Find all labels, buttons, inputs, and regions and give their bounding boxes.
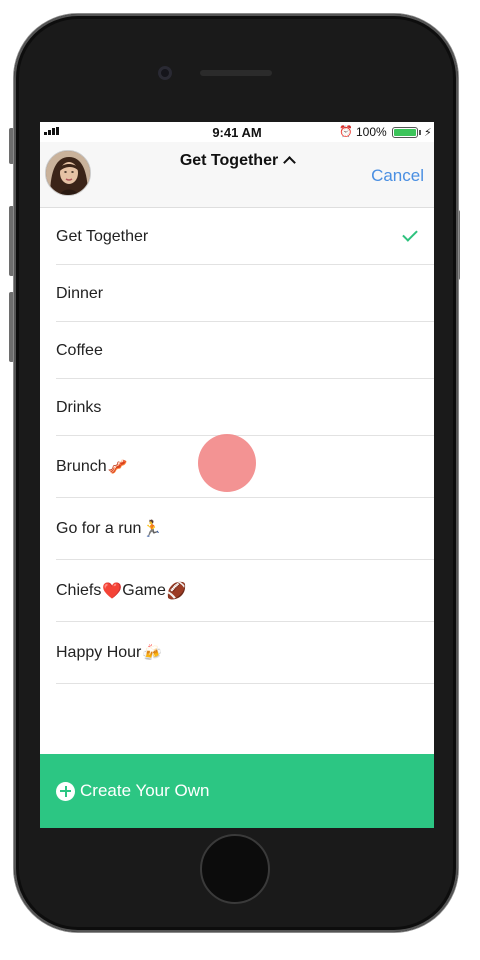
bacon-icon: 🥓 <box>107 459 128 476</box>
runner-icon: 🏃 <box>142 521 163 538</box>
page-title: Get Together <box>179 152 279 169</box>
list-item-label: Chiefs <box>56 582 102 599</box>
tap-indicator <box>198 434 256 492</box>
list-item-go-for-a-run[interactable]: Go for a run 🏃 <box>40 498 434 560</box>
front-camera <box>158 66 172 80</box>
list-item-get-together[interactable]: Get Together <box>40 208 434 265</box>
battery-icon <box>392 127 418 138</box>
list-item-label: Coffee <box>56 341 103 359</box>
list-item-dinner[interactable]: Dinner <box>40 265 434 322</box>
list-item-label: Go for a run <box>56 520 142 537</box>
list-item-coffee[interactable]: Coffee <box>40 322 434 379</box>
divider <box>56 683 434 684</box>
create-your-own-label: Create Your Own <box>80 781 210 800</box>
list-item-label: Get Together <box>56 227 149 245</box>
chevron-up-icon <box>283 156 297 169</box>
cancel-button[interactable]: Cancel <box>371 166 424 186</box>
battery-tip <box>419 130 421 135</box>
battery-percent: 100% <box>356 125 387 139</box>
plus-circle-icon <box>56 781 75 801</box>
heart-icon: ❤️ <box>102 583 123 600</box>
list-item-happy-hour[interactable]: Happy Hour 🍻 <box>40 622 434 684</box>
list-item-label: Dinner <box>56 284 104 302</box>
navigation-bar: Get Together Cancel <box>40 142 434 208</box>
football-icon: 🏈 <box>166 583 187 600</box>
create-your-own-button[interactable]: Create Your Own <box>40 754 434 828</box>
checkmark-icon <box>402 226 418 242</box>
charging-bolt-icon: ⚡ <box>424 127 432 139</box>
screen: 9:41 AM ⏰ 100% ⚡ Get Together Cancel Get… <box>40 122 434 828</box>
alarm-clock-icon: ⏰ <box>339 126 353 138</box>
beer-mugs-icon: 🍻 <box>142 645 163 662</box>
battery-fill <box>394 129 416 136</box>
status-bar: 9:41 AM ⏰ 100% ⚡ <box>40 122 434 142</box>
list-item-label-suffix: Game <box>122 582 166 599</box>
list-item-label: Happy Hour <box>56 644 142 661</box>
list-item-label: Drinks <box>56 398 102 416</box>
list-item-drinks[interactable]: Drinks <box>40 379 434 436</box>
list-item-label: Brunch <box>56 458 107 475</box>
home-button[interactable] <box>200 834 270 904</box>
list-item-chiefs-game[interactable]: Chiefs ❤️ Game 🏈 <box>40 560 434 622</box>
earpiece-speaker <box>200 70 272 76</box>
